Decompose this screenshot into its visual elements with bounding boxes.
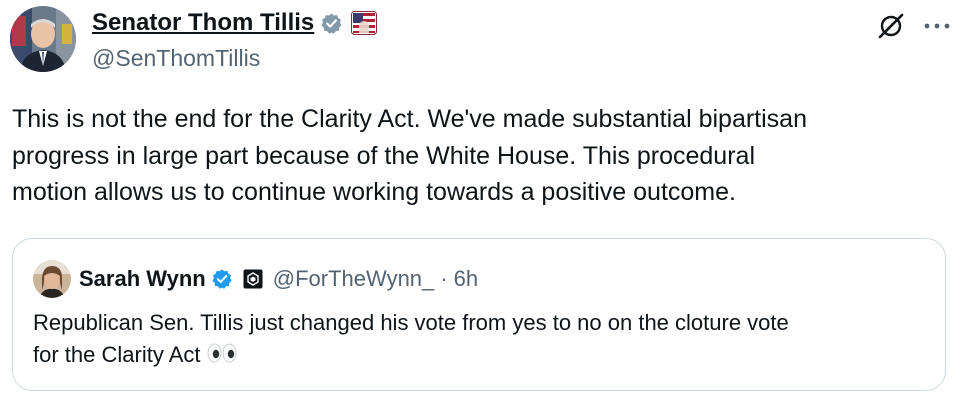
quote-text: Republican Sen. Tillis just changed his … <box>33 307 933 373</box>
quote-text-line: Republican Sen. Tillis just changed his … <box>33 310 789 335</box>
quoted-tweet-card[interactable]: Sarah Wynn @ForTheWynn_ · 6h Republican … <box>12 238 946 391</box>
quote-header: Sarah Wynn @ForTheWynn_ · 6h <box>33 259 478 299</box>
verified-badge-icon[interactable] <box>211 268 233 290</box>
quote-text-line: for the Clarity Act <box>33 339 933 373</box>
quote-text-line-content: for the Clarity Act <box>33 342 201 367</box>
author-display-name[interactable]: Senator Thom Tillis <box>92 9 314 37</box>
us-capitol-badge-icon[interactable] <box>351 11 378 35</box>
tweet-text: This is not the end for the Clarity Act.… <box>12 101 952 211</box>
tweet-header: Senator Thom Tillis @SenThomTillis <box>10 6 957 74</box>
quote-timestamp[interactable]: 6h <box>454 266 478 292</box>
affiliate-badge-icon[interactable] <box>243 269 263 289</box>
author-block: Senator Thom Tillis @SenThomTillis <box>92 8 378 72</box>
more-dots-icon[interactable] <box>917 12 957 40</box>
tweet-text-line: motion allows us to continue working tow… <box>12 178 736 206</box>
author-handle[interactable]: @SenThomTillis <box>92 44 377 72</box>
quote-author-avatar[interactable] <box>33 260 71 298</box>
separator-dot: · <box>440 266 448 291</box>
quote-author-name[interactable]: Sarah Wynn <box>79 266 206 292</box>
tweet-text-line: This is not the end for the Clarity Act.… <box>12 105 807 133</box>
tweet-text-line: progress in large part because of the Wh… <box>12 141 755 170</box>
name-row: Senator Thom Tillis <box>92 8 378 38</box>
author-avatar[interactable] <box>10 6 76 72</box>
quote-author-handle[interactable]: @ForTheWynn_ <box>273 266 435 292</box>
eyes-emoji-icon <box>207 341 237 373</box>
verified-badge-icon[interactable] <box>320 12 343 35</box>
grok-icon[interactable] <box>877 12 905 40</box>
